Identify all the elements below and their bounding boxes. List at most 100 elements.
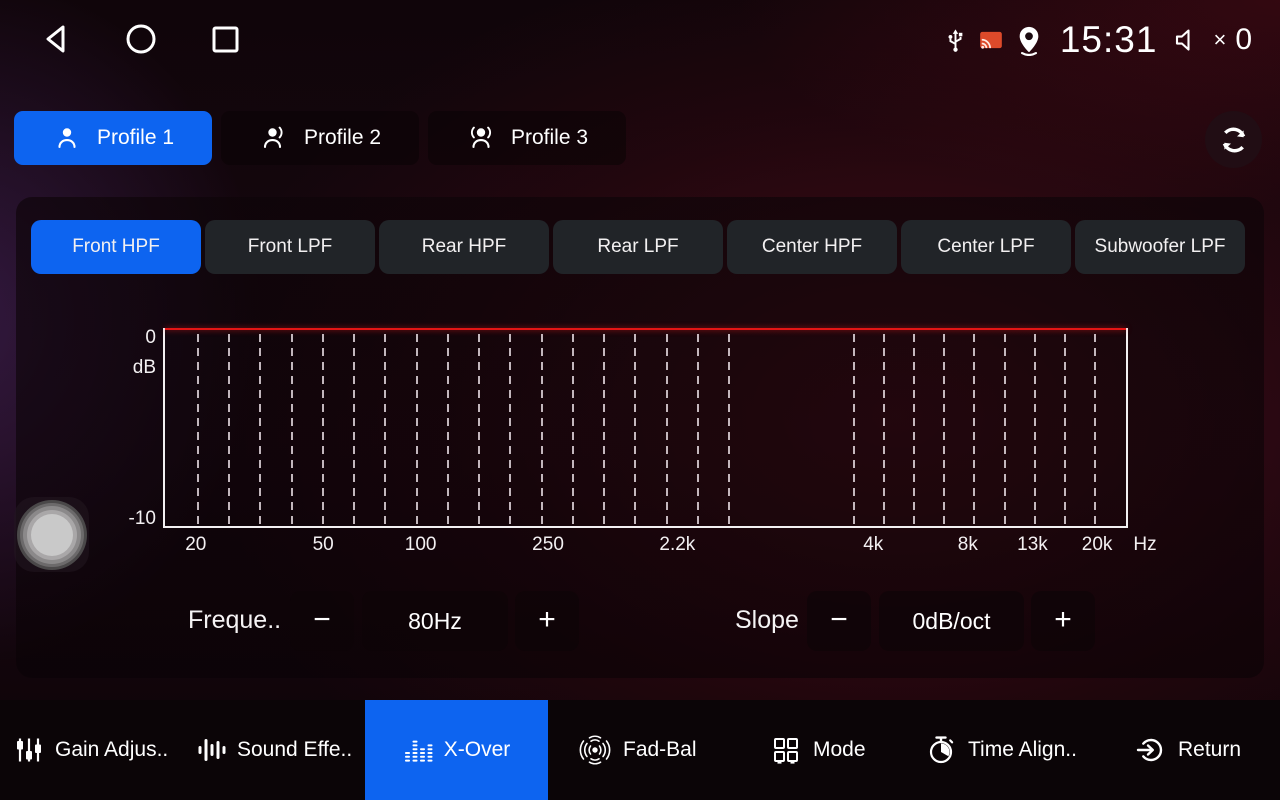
dashed-gridline (509, 334, 511, 526)
back-button[interactable] (36, 18, 78, 60)
location-icon (1013, 24, 1045, 56)
dashed-gridline (1094, 334, 1096, 526)
y-tick-0: 0 (104, 327, 156, 349)
profile-3-tab[interactable]: Profile 3 (428, 111, 626, 165)
nav-label: Fad-Bal (623, 738, 697, 762)
profile-3-icon (466, 123, 496, 153)
y-tick-minus10: -10 (104, 508, 156, 530)
dashed-gridline (541, 334, 543, 526)
return-arrow-icon (1135, 734, 1167, 766)
dashed-gridline (603, 334, 605, 526)
profile-1-label: Profile 1 (97, 126, 174, 150)
sync-icon (1216, 122, 1252, 158)
x-tick-label: 8k (958, 534, 978, 556)
profile-2-label: Profile 2 (304, 126, 381, 150)
x-tick-label: 100 (405, 534, 437, 556)
nav-label: Return (1178, 738, 1241, 762)
nav-item-return[interactable]: Return (1135, 700, 1241, 800)
response-curve (165, 328, 1126, 330)
x-axis-unit: Hz (1124, 534, 1166, 556)
usb-icon (942, 25, 969, 55)
volume-multiplier: × (1213, 27, 1226, 53)
nav-item-mode[interactable]: Mode (770, 700, 866, 800)
dashed-gridline (228, 334, 230, 526)
frequency-value: 80Hz (362, 591, 508, 651)
x-axis-ticks: 20501002502.2k4k8k13k20k (163, 534, 1128, 560)
profile-3-label: Profile 3 (511, 126, 588, 150)
x-tick-label: 250 (532, 534, 564, 556)
dashed-gridline (1004, 334, 1006, 526)
dashed-gridline (447, 334, 449, 526)
frequency-minus-button[interactable]: − (290, 591, 354, 651)
filter-tab-rear-lpf[interactable]: Rear LPF (553, 220, 723, 274)
nav-item-x-over[interactable]: X-Over (365, 700, 548, 800)
dashed-gridline (416, 334, 418, 526)
nav-label: Mode (813, 738, 866, 762)
x-tick-label: 20k (1082, 534, 1113, 556)
home-icon (120, 18, 162, 60)
y-axis-unit: dB (104, 357, 156, 379)
dashed-gridline (697, 334, 699, 526)
nav-label: X-Over (444, 738, 511, 762)
dashed-gridline (1064, 334, 1066, 526)
dashed-gridline (973, 334, 975, 526)
x-tick-label: 13k (1017, 534, 1048, 556)
slope-plus-button[interactable]: + (1031, 591, 1095, 651)
filter-tabs: Front HPFFront LPFRear HPFRear LPFCenter… (31, 220, 1245, 274)
profile-2-tab[interactable]: Profile 2 (221, 111, 419, 165)
dashed-gridline (291, 334, 293, 526)
assist-knob-icon (31, 514, 73, 556)
slope-value: 0dB/oct (879, 591, 1024, 651)
nav-label: Gain Adjus.. (55, 738, 168, 762)
dashed-gridline (322, 334, 324, 526)
dashed-gridline (943, 334, 945, 526)
filter-tab-front-lpf[interactable]: Front LPF (205, 220, 375, 274)
screen: 15:31 × 0 Profile 1 Profile 2 (0, 0, 1280, 800)
android-nav-bar (36, 18, 246, 60)
dashed-gridline (913, 334, 915, 526)
nav-item-sound-effect[interactable]: Sound Effe.. (196, 700, 352, 800)
filter-tab-center-hpf[interactable]: Center HPF (727, 220, 897, 274)
frequency-plus-button[interactable]: + (515, 591, 579, 651)
dashed-gridline (728, 334, 730, 526)
cast-icon (978, 27, 1004, 53)
dashed-gridline (853, 334, 855, 526)
filter-tab-center-lpf[interactable]: Center LPF (901, 220, 1071, 274)
nav-label: Sound Effe.. (237, 738, 352, 762)
filter-tab-front-hpf[interactable]: Front HPF (31, 220, 201, 274)
nav-item-time-align[interactable]: Time Align.. (925, 700, 1077, 800)
frequency-label: Freque.. (188, 606, 281, 635)
sound-effect-icon (196, 735, 226, 765)
dashed-gridline (666, 334, 668, 526)
fader-balance-icon (578, 733, 612, 767)
profile-2-icon (259, 123, 289, 153)
nav-item-fad-bal[interactable]: Fad-Bal (578, 700, 697, 800)
floating-assist-button[interactable] (14, 497, 89, 572)
gain-sliders-icon (14, 735, 44, 765)
home-button[interactable] (120, 18, 162, 60)
nav-label: Time Align.. (968, 738, 1077, 762)
mode-grid-icon (770, 734, 802, 766)
dashed-gridline (353, 334, 355, 526)
dashed-gridline (197, 334, 199, 526)
nav-item-gain-adjust[interactable]: Gain Adjus.. (14, 700, 168, 800)
volume-level: 0 (1235, 23, 1252, 57)
volume-muted-icon (1172, 25, 1202, 55)
clock: 15:31 (1060, 19, 1158, 61)
slope-minus-button[interactable]: − (807, 591, 871, 651)
recents-button[interactable] (204, 18, 246, 60)
back-icon (36, 18, 78, 60)
dashed-gridline (572, 334, 574, 526)
dashed-gridline (883, 334, 885, 526)
status-tray: 15:31 × 0 (942, 14, 1252, 66)
dashed-gridline (1034, 334, 1036, 526)
dashed-gridline (384, 334, 386, 526)
filter-tab-subwoofer-lpf[interactable]: Subwoofer LPF (1075, 220, 1245, 274)
filter-tab-rear-hpf[interactable]: Rear HPF (379, 220, 549, 274)
x-tick-label: 50 (313, 534, 334, 556)
profile-tabs: Profile 1 Profile 2 Profile 3 (14, 111, 626, 165)
plot-area (163, 328, 1128, 528)
recents-icon (204, 18, 246, 60)
reset-button[interactable] (1205, 111, 1262, 168)
profile-1-tab[interactable]: Profile 1 (14, 111, 212, 165)
